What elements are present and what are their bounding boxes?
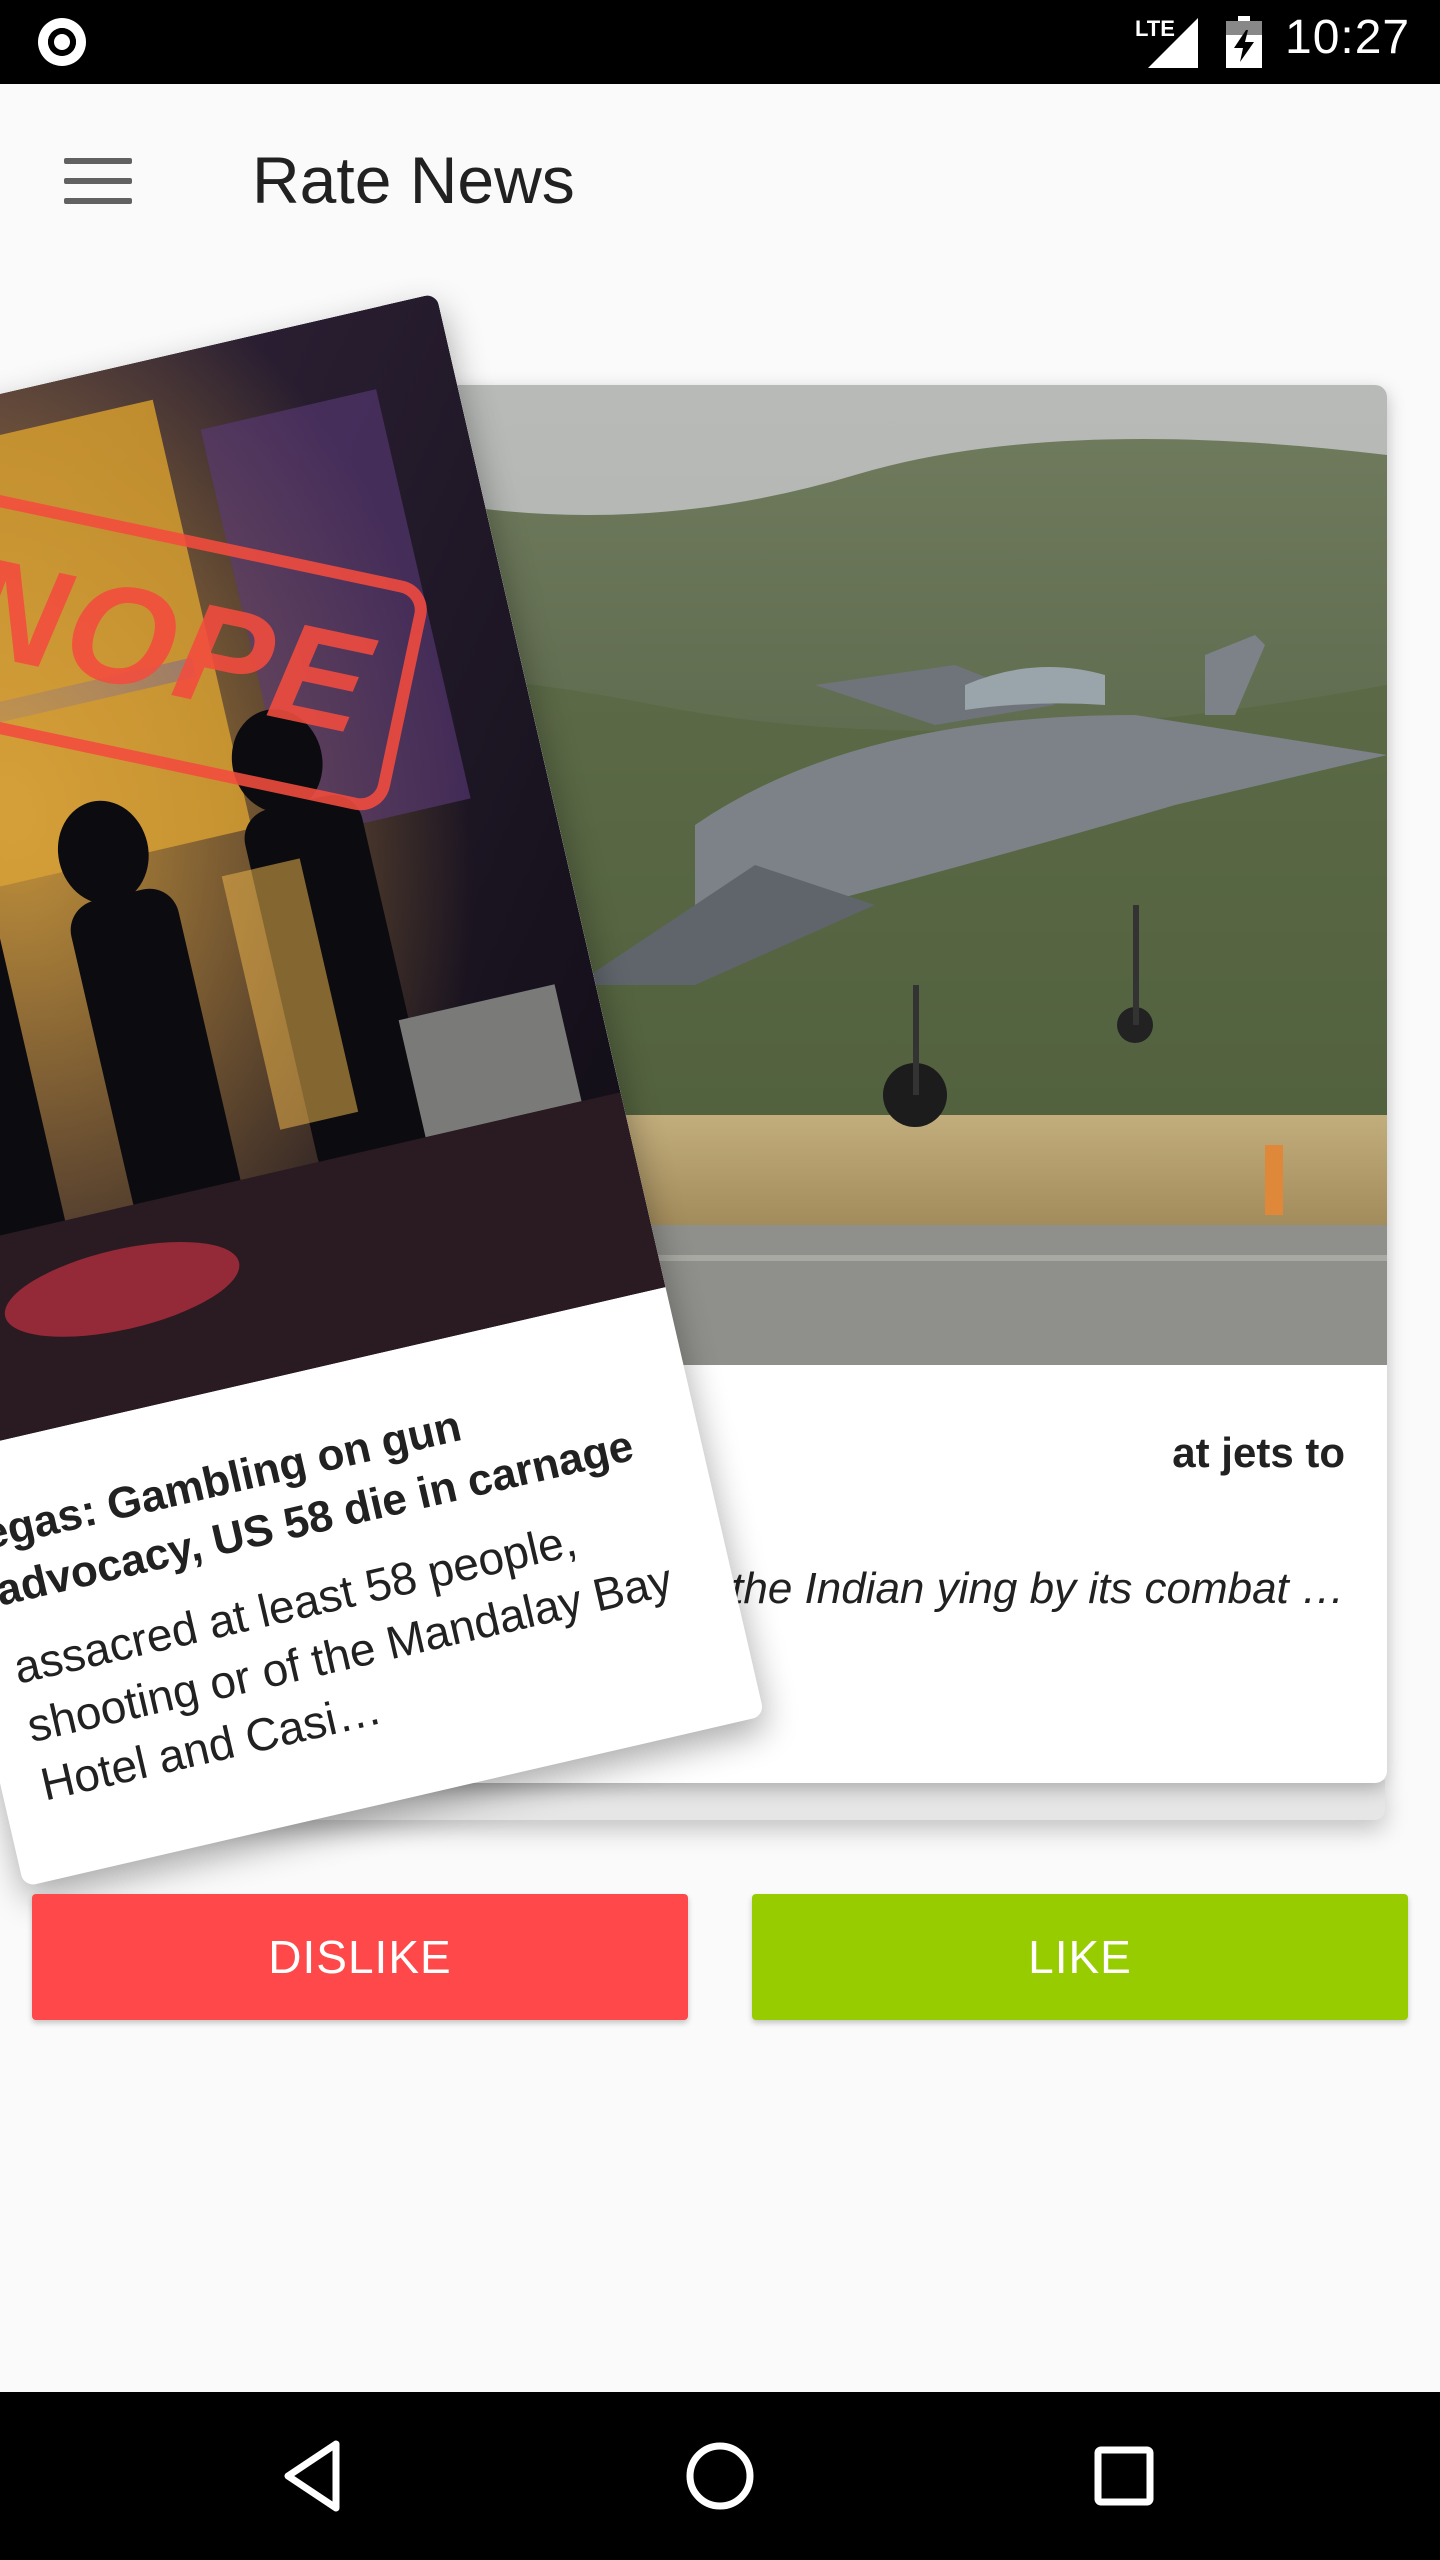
app-bar: Rate News [0, 84, 1440, 284]
status-time: 10:27 [1285, 11, 1411, 64]
home-circle-icon[interactable] [676, 2432, 764, 2520]
dislike-button[interactable]: DISLIKE [32, 1894, 688, 2020]
record-icon [38, 18, 86, 66]
battery-charging-icon [1226, 16, 1262, 68]
hamburger-menu-icon[interactable] [64, 154, 132, 210]
recents-square-icon[interactable] [1080, 2432, 1168, 2520]
like-button[interactable]: LIKE [752, 1894, 1408, 2020]
signal-icon [1148, 18, 1198, 68]
screen: LTE 10:27 Rate News at jets to ption, th… [0, 0, 1440, 2560]
page-title: Rate News [252, 143, 575, 217]
navigation-bar [0, 2392, 1440, 2560]
back-triangle-icon[interactable] [272, 2432, 360, 2520]
status-bar: LTE 10:27 [0, 0, 1440, 84]
